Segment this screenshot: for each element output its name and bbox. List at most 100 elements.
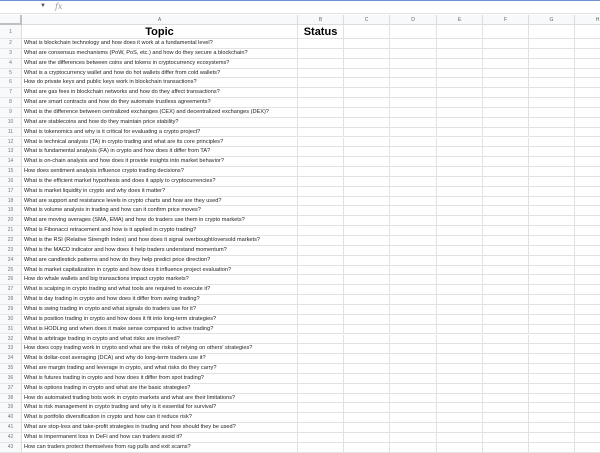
status-cell[interactable]: Done <box>298 39 344 49</box>
empty-cell[interactable] <box>344 127 390 138</box>
empty-cell[interactable] <box>575 98 600 108</box>
empty-cell[interactable] <box>390 196 437 207</box>
status-cell[interactable]: Done <box>298 176 344 187</box>
empty-cell[interactable] <box>529 167 575 177</box>
topic-cell[interactable]: What is market capitalization in crypto … <box>22 265 298 276</box>
empty-cell[interactable] <box>344 39 390 49</box>
empty-cell[interactable] <box>575 177 600 187</box>
empty-cell[interactable] <box>483 285 529 296</box>
empty-cell[interactable] <box>390 334 437 345</box>
empty-cell[interactable] <box>390 39 437 49</box>
topic-cell[interactable]: What is risk management in crypto tradin… <box>22 403 298 414</box>
topic-cell[interactable]: What is the difference between centraliz… <box>22 107 298 118</box>
empty-cell[interactable] <box>390 285 437 296</box>
row-number[interactable]: 16 <box>0 176 22 187</box>
empty-cell[interactable] <box>529 334 575 345</box>
status-cell[interactable]: Done <box>298 68 344 79</box>
empty-cell[interactable] <box>390 393 437 404</box>
empty-cell[interactable] <box>344 117 390 128</box>
empty-cell[interactable] <box>529 295 575 305</box>
empty-cell[interactable] <box>390 265 437 276</box>
status-cell[interactable]: Done <box>298 324 344 335</box>
row-number[interactable]: 7 <box>0 88 22 99</box>
empty-cell[interactable] <box>344 176 390 187</box>
topic-cell[interactable]: What is market liquidity in crypto and w… <box>22 186 298 197</box>
empty-cell[interactable] <box>575 49 600 59</box>
topic-cell[interactable]: How does copy trading work in crypto and… <box>22 344 298 355</box>
topic-cell[interactable]: What is the MACD indicator and how does … <box>22 245 298 256</box>
empty-cell[interactable] <box>437 186 483 197</box>
empty-cell[interactable] <box>390 216 437 227</box>
empty-cell[interactable] <box>529 403 575 414</box>
empty-cell[interactable] <box>437 78 483 89</box>
column-header-F[interactable]: F <box>483 15 529 25</box>
empty-cell[interactable] <box>344 324 390 335</box>
empty-cell[interactable] <box>390 423 437 433</box>
topic-cell[interactable]: How does sentiment analysis influence cr… <box>22 167 298 177</box>
empty-cell[interactable] <box>483 147 529 158</box>
empty-cell[interactable] <box>483 167 529 177</box>
empty-cell[interactable] <box>483 25 529 39</box>
empty-cell[interactable] <box>344 107 390 118</box>
empty-cell[interactable] <box>483 88 529 99</box>
empty-cell[interactable] <box>390 117 437 128</box>
empty-cell[interactable] <box>344 255 390 266</box>
topic-cell[interactable]: What is impermanent loss in DeFi and how… <box>22 433 298 443</box>
empty-cell[interactable] <box>344 216 390 227</box>
topic-cell[interactable]: What is swing trading in crypto and what… <box>22 304 298 315</box>
empty-cell[interactable] <box>483 127 529 138</box>
row-number[interactable]: 39 <box>0 403 22 414</box>
empty-cell[interactable] <box>483 423 529 433</box>
row-number[interactable]: 28 <box>0 295 22 305</box>
empty-cell[interactable] <box>344 442 390 453</box>
empty-cell[interactable] <box>390 98 437 108</box>
row-number[interactable]: 40 <box>0 413 22 424</box>
empty-cell[interactable] <box>529 226 575 236</box>
empty-cell[interactable] <box>575 69 600 79</box>
empty-cell[interactable] <box>575 295 600 305</box>
empty-cell[interactable] <box>344 403 390 414</box>
row-number[interactable]: 34 <box>0 354 22 365</box>
empty-cell[interactable] <box>390 167 437 177</box>
row-number[interactable]: 43 <box>0 442 22 453</box>
empty-cell[interactable] <box>575 39 600 49</box>
empty-cell[interactable] <box>390 48 437 59</box>
empty-cell[interactable] <box>390 236 437 246</box>
row-number[interactable]: 22 <box>0 236 22 246</box>
empty-cell[interactable] <box>575 78 600 89</box>
status-header[interactable]: Status <box>298 25 344 39</box>
empty-cell[interactable] <box>437 48 483 59</box>
status-cell[interactable]: Done <box>298 167 344 177</box>
status-cell[interactable]: Done <box>298 236 344 246</box>
topic-cell[interactable]: What is position trading in crypto and h… <box>22 314 298 325</box>
empty-cell[interactable] <box>437 236 483 246</box>
empty-cell[interactable] <box>575 335 600 345</box>
status-cell[interactable]: Done <box>298 344 344 355</box>
empty-cell[interactable] <box>344 334 390 345</box>
topic-cell[interactable]: What is on-chain analysis and how does i… <box>22 157 298 168</box>
topic-cell[interactable]: How do whale wallets and big transaction… <box>22 275 298 286</box>
empty-cell[interactable] <box>575 59 600 69</box>
empty-cell[interactable] <box>344 354 390 365</box>
column-header-H[interactable]: H <box>575 15 600 25</box>
topic-cell[interactable]: What are smart contracts and how do they… <box>22 98 298 108</box>
empty-cell[interactable] <box>437 295 483 305</box>
status-cell[interactable]: Done <box>298 295 344 305</box>
column-header-D[interactable]: D <box>390 15 437 25</box>
empty-cell[interactable] <box>437 117 483 128</box>
topic-cell[interactable]: What is options trading in crypto and wh… <box>22 383 298 394</box>
empty-cell[interactable] <box>437 393 483 404</box>
column-header-C[interactable]: C <box>344 15 390 25</box>
topic-cell[interactable]: What is volume analysis in trading and h… <box>22 206 298 217</box>
empty-cell[interactable] <box>344 245 390 256</box>
status-cell[interactable]: Done <box>298 285 344 296</box>
empty-cell[interactable] <box>437 167 483 177</box>
empty-cell[interactable] <box>483 216 529 227</box>
status-cell[interactable]: Done <box>298 186 344 197</box>
empty-cell[interactable] <box>529 383 575 394</box>
empty-cell[interactable] <box>575 167 600 177</box>
empty-cell[interactable] <box>483 206 529 217</box>
empty-cell[interactable] <box>529 236 575 246</box>
empty-cell[interactable] <box>344 295 390 305</box>
empty-cell[interactable] <box>390 127 437 138</box>
